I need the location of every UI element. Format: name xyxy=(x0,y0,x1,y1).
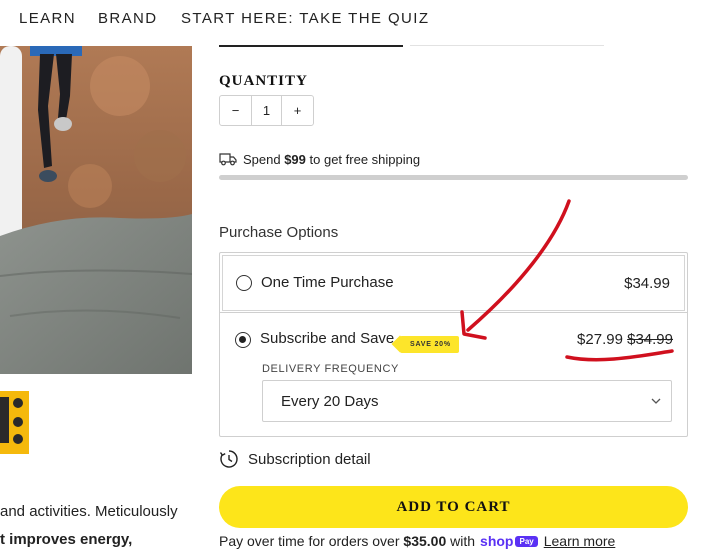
delivery-frequency-select[interactable]: Every 20 Days xyxy=(262,380,672,422)
subscribe-radio[interactable] xyxy=(235,332,251,348)
delivery-frequency-value: Every 20 Days xyxy=(281,393,379,410)
one-time-purchase-radio[interactable] xyxy=(236,275,252,291)
thumbnail-graphic xyxy=(0,391,29,454)
pay-over-time-message: Pay over time for orders over $35.00 wit… xyxy=(219,531,615,551)
product-description-line: t improves energy, xyxy=(0,531,133,548)
subscribe-label: Subscribe and Save xyxy=(260,330,395,347)
purchase-options-group: One Time Purchase $34.99 Subscribe and S… xyxy=(219,252,688,437)
quantity-stepper: − 1 + xyxy=(219,95,314,126)
subscribe-price-group: $27.99 $34.99 xyxy=(577,331,673,348)
variant-tab-underline-active xyxy=(219,45,403,47)
product-thumbnail[interactable] xyxy=(0,391,29,454)
subscription-detail-label: Subscription detail xyxy=(248,450,371,468)
product-image xyxy=(0,46,192,374)
chevron-down-icon xyxy=(651,398,661,404)
shipping-progress-bar xyxy=(219,175,688,180)
one-time-purchase-price: $34.99 xyxy=(624,275,670,292)
purchase-options-label: Purchase Options xyxy=(219,224,339,241)
pay-over-time-amount: $35.00 xyxy=(403,533,447,549)
runner-photo xyxy=(0,46,192,374)
pay-over-time-with: with xyxy=(446,533,476,549)
nav-start-here-quiz[interactable]: START HERE: TAKE THE QUIZ xyxy=(181,10,429,27)
shipping-suffix: to get free shipping xyxy=(305,151,421,167)
subscribe-and-save-option[interactable]: Subscribe and Save SAVE 20% $27.99 $34.9… xyxy=(220,312,687,436)
nav-brand[interactable]: BRAND xyxy=(98,10,158,27)
learn-more-link[interactable]: Learn more xyxy=(544,533,616,549)
variant-tab-underline xyxy=(410,45,604,46)
truck-icon xyxy=(219,153,237,166)
subscribe-price: $27.99 xyxy=(577,331,623,348)
shipping-threshold: $99 xyxy=(284,151,306,167)
pay-over-time-prefix: Pay over time for orders over xyxy=(219,533,404,549)
add-to-cart-button[interactable]: ADD TO CART xyxy=(219,486,688,528)
quantity-label: QUANTITY xyxy=(219,73,308,89)
save-badge-text: SAVE 20% xyxy=(410,341,451,348)
one-time-purchase-label: One Time Purchase xyxy=(261,274,394,291)
save-badge: SAVE 20% xyxy=(400,336,459,353)
quantity-input[interactable]: 1 xyxy=(251,96,282,125)
shop-pay-logo: shop xyxy=(480,533,514,549)
shop-pay-badge: Pay xyxy=(515,535,538,547)
quantity-increase-button[interactable]: + xyxy=(282,96,313,125)
shipping-prefix: Spend xyxy=(243,151,285,167)
subscribe-original-price: $34.99 xyxy=(627,331,673,348)
nav-learn[interactable]: LEARN xyxy=(19,10,76,27)
free-shipping-message: Spend $99 to get free shipping xyxy=(219,150,420,168)
radio-selected-dot xyxy=(239,336,246,343)
one-time-purchase-option[interactable]: One Time Purchase $34.99 xyxy=(222,255,685,311)
top-nav: LEARN BRAND START HERE: TAKE THE QUIZ xyxy=(0,0,728,38)
clock-refresh-icon xyxy=(219,450,238,468)
quantity-decrease-button[interactable]: − xyxy=(220,96,251,125)
product-description-line: and activities. Meticulously xyxy=(0,503,178,520)
delivery-frequency-label: DELIVERY FREQUENCY xyxy=(262,363,399,375)
subscription-detail-link[interactable]: Subscription detail xyxy=(219,448,371,470)
